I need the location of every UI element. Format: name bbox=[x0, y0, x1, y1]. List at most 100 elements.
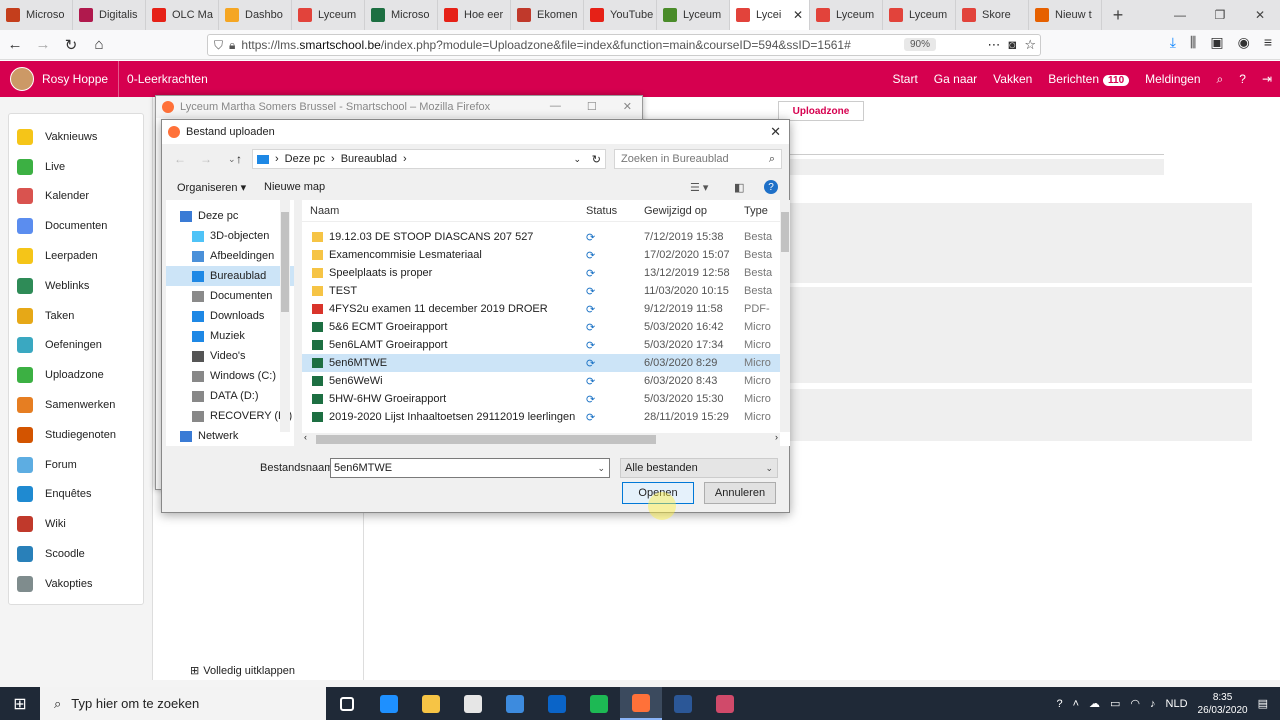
tree-item[interactable]: RECOVERY (E:) bbox=[166, 406, 294, 426]
filetype-select[interactable]: Alle bestanden ⌄ bbox=[620, 458, 778, 478]
battery-icon[interactable]: ▭ bbox=[1110, 697, 1120, 710]
cancel-button[interactable]: Annuleren bbox=[704, 482, 776, 504]
organize-button[interactable]: Organiseren ▾ bbox=[177, 181, 246, 194]
new-folder-button[interactable]: Nieuwe map bbox=[264, 181, 325, 193]
sidebar-item[interactable]: Uploadzone bbox=[9, 360, 143, 390]
maximize-icon[interactable]: ☐ bbox=[587, 100, 597, 113]
new-tab-button[interactable]: + bbox=[1102, 0, 1134, 30]
search-icon[interactable]: ⌕ bbox=[1217, 72, 1224, 87]
tree-item[interactable]: Afbeeldingen bbox=[166, 246, 294, 266]
browser-tab[interactable]: Hoe eer bbox=[438, 0, 511, 30]
browser-tab[interactable]: Ekomen bbox=[511, 0, 584, 30]
sidebar-item[interactable]: Scoodle bbox=[9, 539, 143, 569]
up-icon[interactable]: ↑ bbox=[236, 152, 242, 166]
taskbar-search[interactable]: ⌕ Typ hier om te zoeken bbox=[40, 687, 326, 720]
task-view-taskbar-button[interactable] bbox=[326, 687, 368, 720]
volume-icon[interactable]: ♪ bbox=[1150, 698, 1156, 710]
browser-tab[interactable]: Nieuw t bbox=[1029, 0, 1102, 30]
nav-berichten[interactable]: Berichten 110 bbox=[1048, 72, 1130, 86]
sidebar-item[interactable]: Weblinks bbox=[9, 271, 143, 301]
account-icon[interactable]: ◉ bbox=[1238, 34, 1250, 51]
spotify-taskbar-button[interactable] bbox=[578, 687, 620, 720]
vertical-scrollbar[interactable] bbox=[780, 200, 790, 432]
file-explorer-taskbar-button[interactable] bbox=[410, 687, 452, 720]
browser-tab[interactable]: Microso bbox=[0, 0, 73, 30]
view-options-icon[interactable]: ☰ ▾ bbox=[690, 181, 708, 194]
nav-meldingen[interactable]: Meldingen bbox=[1145, 72, 1200, 86]
nav-ga-naar[interactable]: Ga naar bbox=[934, 72, 977, 86]
chevron-down-icon[interactable]: ⌄ bbox=[573, 154, 581, 165]
close-icon[interactable]: ✕ bbox=[770, 124, 781, 140]
reload-icon[interactable]: ↻ bbox=[58, 32, 84, 58]
column-gewijzigd-op[interactable]: Gewijzigd op bbox=[644, 205, 744, 217]
sidebar-item[interactable]: Leerpaden bbox=[9, 241, 143, 271]
minimize-icon[interactable]: — bbox=[1160, 0, 1200, 30]
outlook-taskbar-button[interactable] bbox=[536, 687, 578, 720]
file-row[interactable]: 19.12.03 DE STOOP DIASCANS 207 527 ⟳ 7/12/… bbox=[302, 228, 790, 246]
sidebar-item[interactable]: Vakopties bbox=[9, 569, 143, 599]
refresh-icon[interactable]: ↻ bbox=[592, 153, 601, 166]
chevron-down-icon[interactable]: ⌄ bbox=[597, 463, 605, 474]
zoom-level[interactable]: 90% bbox=[903, 38, 936, 51]
user-name[interactable]: Rosy Hoppe bbox=[42, 72, 108, 86]
sidebar-item[interactable]: Live bbox=[9, 152, 143, 182]
expand-all-button[interactable]: ⊞ Volledig uitklappen bbox=[190, 664, 295, 678]
file-row[interactable]: 5en6WeWi ⟳ 6/03/2020 8:43 Micro bbox=[302, 372, 790, 390]
search-input[interactable]: Zoeken in Bureaublad ⌕ bbox=[614, 149, 782, 169]
snipping-taskbar-button[interactable] bbox=[704, 687, 746, 720]
browser-tab[interactable]: Lyceum bbox=[810, 0, 883, 30]
filename-input[interactable]: 5en6MTWE ⌄ bbox=[330, 458, 610, 478]
sidebar-item[interactable]: Studiegenoten bbox=[9, 420, 143, 450]
browser-tab[interactable]: Lyceum bbox=[657, 0, 730, 30]
sidebar-item[interactable]: Enquêtes bbox=[9, 480, 143, 510]
file-row[interactable]: 4FYS2u examen 11 december 2019 DROER ⟳ 9/1… bbox=[302, 300, 790, 318]
forward-icon[interactable]: → bbox=[30, 32, 56, 58]
tree-item[interactable]: Netwerk bbox=[166, 426, 294, 446]
menu-icon[interactable]: ≡ bbox=[1264, 34, 1272, 51]
tree-item[interactable]: Downloads bbox=[166, 306, 294, 326]
windows-start-icon[interactable]: ⊞ bbox=[0, 694, 40, 714]
close-icon[interactable]: ✕ bbox=[623, 100, 632, 113]
help-icon[interactable]: ? bbox=[764, 180, 778, 194]
browser-tab[interactable]: Digitalis bbox=[73, 0, 146, 30]
close-tab-icon[interactable]: ✕ bbox=[793, 8, 803, 22]
browser-tab[interactable]: Dashbo bbox=[219, 0, 292, 30]
sidebar-item[interactable]: Taken bbox=[9, 301, 143, 331]
library-icon[interactable]: ⫼ bbox=[1190, 34, 1196, 51]
firefox-taskbar-button[interactable] bbox=[620, 687, 662, 720]
language-indicator[interactable]: NLD bbox=[1166, 698, 1188, 710]
back-icon[interactable]: ← bbox=[2, 32, 28, 58]
help-icon[interactable]: ? bbox=[1056, 698, 1062, 710]
edge-taskbar-button[interactable] bbox=[368, 687, 410, 720]
column-naam[interactable]: Naam bbox=[302, 205, 580, 217]
tree-scrollbar[interactable] bbox=[280, 200, 290, 432]
sidebar-item[interactable]: Samenwerken bbox=[9, 390, 143, 420]
browser-tab[interactable]: OLC Ma bbox=[146, 0, 219, 30]
network-icon[interactable]: ◠ bbox=[1130, 697, 1140, 710]
sidebar-item[interactable]: Documenten bbox=[9, 211, 143, 241]
notification-icon[interactable]: ▤ bbox=[1258, 697, 1268, 710]
tree-item[interactable]: Muziek bbox=[166, 326, 294, 346]
column-status[interactable]: Status bbox=[580, 205, 644, 217]
file-row[interactable]: 5en6LAMT Groeirapport ⟳ 5/03/2020 17:34 Mic… bbox=[302, 336, 790, 354]
tree-item[interactable]: Video's bbox=[166, 346, 294, 366]
file-row[interactable]: 2019-2020 Lijst Inhaaltoetsen 29112019 l… bbox=[302, 408, 790, 426]
url-bar[interactable]: ⛉ 🔒︎ https://lms.smartschool.be/index.ph… bbox=[207, 34, 1041, 56]
tree-item[interactable]: 3D-objecten bbox=[166, 226, 294, 246]
logout-icon[interactable]: ⇥ bbox=[1262, 72, 1272, 86]
sidebar-icon[interactable]: ▣ bbox=[1210, 34, 1223, 51]
pocket-icon[interactable]: ◙ bbox=[1008, 37, 1016, 53]
horizontal-scrollbar[interactable]: ‹ › bbox=[302, 432, 780, 446]
sidebar-item[interactable]: Oefeningen bbox=[9, 331, 143, 361]
breadcrumb-bureaublad[interactable]: Bureaublad bbox=[341, 153, 397, 165]
browser-tab[interactable]: Lyceum bbox=[883, 0, 956, 30]
browser-tab[interactable]: Skore bbox=[956, 0, 1029, 30]
chevron-up-icon[interactable]: ˄ bbox=[1073, 698, 1079, 710]
minimize-icon[interactable]: — bbox=[550, 100, 561, 113]
nav-vakken[interactable]: Vakken bbox=[993, 72, 1032, 86]
sidebar-item[interactable]: Vaknieuws bbox=[9, 122, 143, 152]
recent-dropdown-icon[interactable]: ⌄ bbox=[228, 154, 236, 165]
bookmark-star-icon[interactable]: ☆ bbox=[1024, 37, 1036, 53]
browser-tab[interactable]: YouTube bbox=[584, 0, 657, 30]
file-row[interactable]: 5&6 ECMT Groeirapport ⟳ 5/03/2020 16:42 Mic… bbox=[302, 318, 790, 336]
